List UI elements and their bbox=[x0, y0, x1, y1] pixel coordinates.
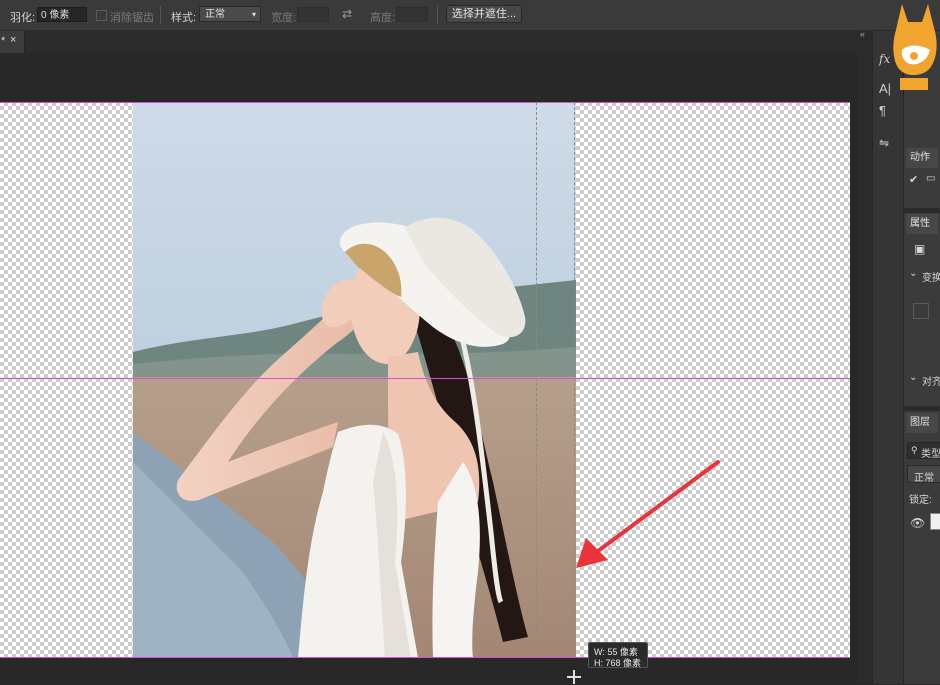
tab-properties[interactable]: 属性 bbox=[906, 214, 938, 234]
modified-marker: * bbox=[1, 35, 6, 47]
tooltip-height: H: 768 像素 bbox=[594, 658, 642, 668]
divider bbox=[904, 208, 940, 213]
checkmark-icon[interactable]: ✔ bbox=[909, 173, 918, 186]
height-label: 高度: bbox=[370, 12, 396, 24]
width-input[interactable] bbox=[297, 7, 329, 22]
guide-bottom[interactable] bbox=[0, 657, 850, 658]
swap-icon[interactable]: ⇄ bbox=[342, 7, 352, 21]
transform-section-label: 变换 bbox=[922, 273, 940, 284]
separator bbox=[160, 6, 161, 24]
logo-watermark-icon bbox=[893, 4, 937, 90]
style-select-value: 正常 bbox=[205, 9, 225, 20]
panel-collapse-column: « bbox=[858, 29, 872, 684]
feather-input[interactable]: 0 像素 bbox=[37, 7, 87, 22]
chevron-down-icon[interactable]: ⌄ bbox=[909, 372, 917, 383]
blend-mode-select[interactable]: 正常 bbox=[907, 465, 940, 484]
paragraph-icon[interactable]: ¶ bbox=[879, 103, 886, 118]
crosshair-cursor-icon bbox=[567, 670, 581, 684]
style-select[interactable]: 正常 ▾ bbox=[199, 6, 261, 22]
antialias-checkbox[interactable] bbox=[96, 10, 107, 21]
guide-top[interactable] bbox=[0, 102, 850, 103]
link-icon[interactable] bbox=[913, 303, 929, 319]
photo-image bbox=[133, 102, 576, 658]
feather-label: 羽化: bbox=[10, 12, 36, 24]
lock-label: 锁定: bbox=[909, 495, 932, 506]
document-tab[interactable]: * × bbox=[0, 31, 25, 53]
photo-layer bbox=[133, 102, 576, 658]
panel-icon-strip: fx A| ¶ ⇋ bbox=[872, 31, 903, 684]
align-section-label: 对齐 bbox=[922, 377, 940, 388]
guide-horizontal-center[interactable] bbox=[0, 378, 850, 379]
close-icon[interactable]: × bbox=[10, 34, 16, 46]
action-toggle-icon[interactable]: ▭ bbox=[926, 173, 935, 184]
document-tab-bar: * × bbox=[0, 31, 858, 53]
collapse-icon[interactable]: « bbox=[860, 29, 865, 39]
divider bbox=[904, 406, 940, 411]
style-label: 样式: bbox=[171, 12, 197, 24]
size-tooltip: W: 55 像素 H: 768 像素 bbox=[588, 642, 648, 668]
eye-icon[interactable]: 👁 bbox=[910, 516, 925, 530]
separator bbox=[437, 6, 438, 24]
layer-filter[interactable]: ⚲ 类型 bbox=[907, 442, 940, 460]
width-label: 宽度: bbox=[271, 12, 297, 24]
image-icon: ▣ bbox=[914, 242, 926, 256]
search-icon: ⚲ bbox=[911, 445, 918, 455]
blend-mode-value: 正常 bbox=[914, 473, 934, 484]
annotation-arrow-icon bbox=[576, 460, 720, 568]
chevron-down-icon[interactable]: ⌄ bbox=[909, 268, 917, 279]
layer-thumbnail[interactable] bbox=[930, 513, 940, 530]
height-input[interactable] bbox=[396, 7, 428, 22]
right-panel: 动作 ✔ ▭ 属性 ▣ ⌄ 变换 ⌄ 对齐 图层 ⚲ 类型 正常 锁定: 👁 bbox=[903, 31, 940, 684]
swap-icon[interactable]: ⇋ bbox=[879, 136, 889, 150]
options-bar: 羽化: 0 像素 消除锯齿 样式: 正常 ▾ 宽度: ⇄ 高度: 选择并遮住..… bbox=[0, 0, 940, 31]
chevron-down-icon: ▾ bbox=[251, 10, 256, 19]
antialias-label: 消除锯齿 bbox=[110, 12, 154, 24]
tab-actions[interactable]: 动作 bbox=[906, 148, 938, 168]
layer-filter-kind: 类型 bbox=[921, 449, 940, 460]
tab-layers[interactable]: 图层 bbox=[906, 413, 938, 433]
select-and-mask-button[interactable]: 选择并遮住... bbox=[446, 5, 522, 23]
